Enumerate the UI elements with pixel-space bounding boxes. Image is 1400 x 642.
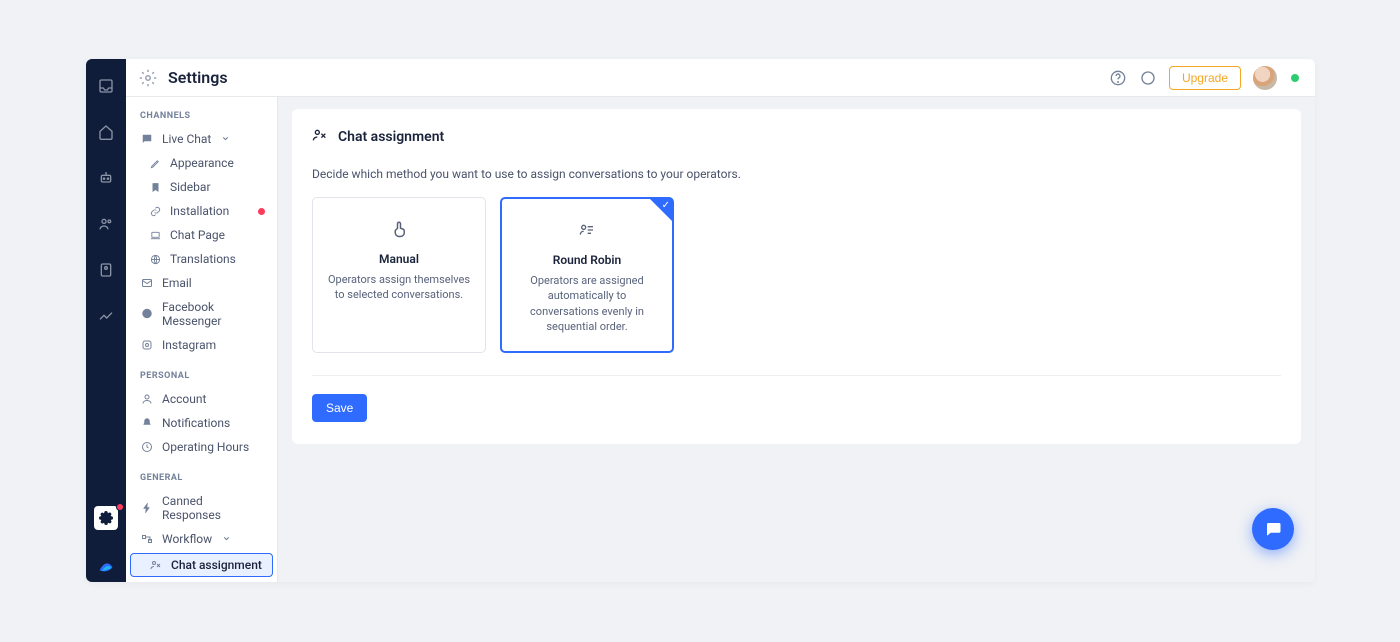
- rail-book[interactable]: [95, 259, 117, 281]
- card-title: Chat assignment: [338, 129, 444, 145]
- notifications-icon[interactable]: [1139, 69, 1157, 87]
- mail-icon: [140, 276, 154, 290]
- sidebar-section-general: GENERAL: [126, 469, 277, 489]
- sidebar-item-label: Appearance: [170, 156, 234, 170]
- rail-logo[interactable]: [87, 548, 125, 582]
- assign-icon: [149, 558, 163, 572]
- sidebar-item-chat-page[interactable]: Chat Page: [126, 223, 277, 247]
- sidebar-item-label: Canned Responses: [162, 494, 263, 522]
- bolt-icon: [140, 501, 154, 515]
- chevron-down-icon: [222, 532, 231, 546]
- rail-settings[interactable]: [94, 506, 118, 530]
- sidebar-item-workflow[interactable]: Workflow: [126, 527, 277, 551]
- main-content: Chat assignment Decide which method you …: [278, 59, 1315, 582]
- avatar[interactable]: [1253, 66, 1277, 90]
- sidebar-item-installation[interactable]: Installation: [126, 199, 277, 223]
- sidebar-item-label: Live Chat: [162, 132, 211, 146]
- rail-contacts[interactable]: [95, 213, 117, 235]
- clock-icon: [140, 440, 154, 454]
- sidebar-item-label: Chat Page: [170, 228, 225, 242]
- sidebar-item-label: Installation: [170, 204, 229, 218]
- sidebar-item-label: Instagram: [162, 338, 216, 352]
- help-icon[interactable]: [1109, 69, 1127, 87]
- sidebar-section-channels: CHANNELS: [126, 107, 277, 127]
- laptop-icon: [148, 228, 162, 242]
- settings-sidebar: CHANNELS Live Chat Appearance Sidebar In…: [126, 59, 278, 582]
- sidebar-item-label: Operating Hours: [162, 440, 249, 454]
- sidebar-item-label: Email: [162, 276, 192, 290]
- user-icon: [140, 392, 154, 406]
- sidebar-item-email[interactable]: Email: [126, 271, 277, 295]
- chat-bubble-icon: [140, 132, 154, 146]
- selected-check-icon: [650, 199, 672, 221]
- option-manual[interactable]: Manual Operators assign themselves to se…: [312, 197, 486, 353]
- sidebar-item-automatic-solve[interactable]: Automatic solve: [126, 579, 277, 582]
- rail-bot[interactable]: [95, 167, 117, 189]
- people-list-icon: [516, 219, 658, 241]
- option-title: Round Robin: [516, 253, 658, 267]
- sidebar-section-personal: PERSONAL: [126, 367, 277, 387]
- option-title: Manual: [327, 252, 471, 266]
- workflow-icon: [140, 532, 154, 546]
- installation-badge: [258, 208, 265, 215]
- page-title: Settings: [168, 68, 228, 87]
- card-description: Decide which method you want to use to a…: [312, 167, 1281, 181]
- rail-settings-badge: [116, 503, 124, 511]
- app-window: Settings Upgrade CHANNELS Live Chat Appe…: [86, 59, 1315, 582]
- globe-icon: [148, 252, 162, 266]
- chat-assignment-card: Chat assignment Decide which method you …: [292, 109, 1301, 444]
- sidebar-item-chat-assignment[interactable]: Chat assignment: [130, 553, 273, 577]
- sidebar-item-sidebar[interactable]: Sidebar: [126, 175, 277, 199]
- sidebar-item-label: Facebook Messenger: [162, 300, 263, 328]
- sidebar-item-instagram[interactable]: Instagram: [126, 333, 277, 357]
- sidebar-item-canned-responses[interactable]: Canned Responses: [126, 489, 277, 527]
- instagram-icon: [140, 338, 154, 352]
- sidebar-item-label: Workflow: [162, 532, 212, 546]
- sidebar-item-notifications[interactable]: Notifications: [126, 411, 277, 435]
- gear-icon: [138, 68, 158, 88]
- sidebar-item-label: Account: [162, 392, 206, 406]
- hand-tap-icon: [327, 218, 471, 240]
- link-icon: [148, 204, 162, 218]
- sidebar-item-appearance[interactable]: Appearance: [126, 151, 277, 175]
- option-round-robin[interactable]: Round Robin Operators are assigned autom…: [500, 197, 674, 353]
- rail-analytics[interactable]: [95, 305, 117, 327]
- sidebar-item-label: Notifications: [162, 416, 230, 430]
- sidebar-item-label: Translations: [170, 252, 236, 266]
- assign-icon: [312, 127, 328, 147]
- icon-rail: [86, 59, 126, 582]
- rail-inbox[interactable]: [95, 75, 117, 97]
- option-description: Operators assign themselves to selected …: [327, 272, 471, 303]
- upgrade-button[interactable]: Upgrade: [1169, 66, 1241, 90]
- messenger-icon: [140, 307, 154, 321]
- option-description: Operators are assigned automatically to …: [516, 273, 658, 335]
- top-header: Settings Upgrade: [126, 59, 1315, 97]
- pencil-icon: [148, 156, 162, 170]
- rail-home[interactable]: [95, 121, 117, 143]
- sidebar-item-label: Sidebar: [170, 180, 211, 194]
- bookmark-icon: [148, 180, 162, 194]
- sidebar-item-translations[interactable]: Translations: [126, 247, 277, 271]
- save-button[interactable]: Save: [312, 394, 367, 422]
- sidebar-item-live-chat[interactable]: Live Chat: [126, 127, 277, 151]
- sidebar-item-operating-hours[interactable]: Operating Hours: [126, 435, 277, 459]
- sidebar-item-messenger[interactable]: Facebook Messenger: [126, 295, 277, 333]
- bell-icon: [140, 416, 154, 430]
- chat-fab[interactable]: [1252, 508, 1294, 550]
- status-online-dot: [1291, 74, 1299, 82]
- chevron-down-icon: [221, 132, 230, 146]
- sidebar-item-label: Chat assignment: [171, 558, 262, 572]
- sidebar-item-account[interactable]: Account: [126, 387, 277, 411]
